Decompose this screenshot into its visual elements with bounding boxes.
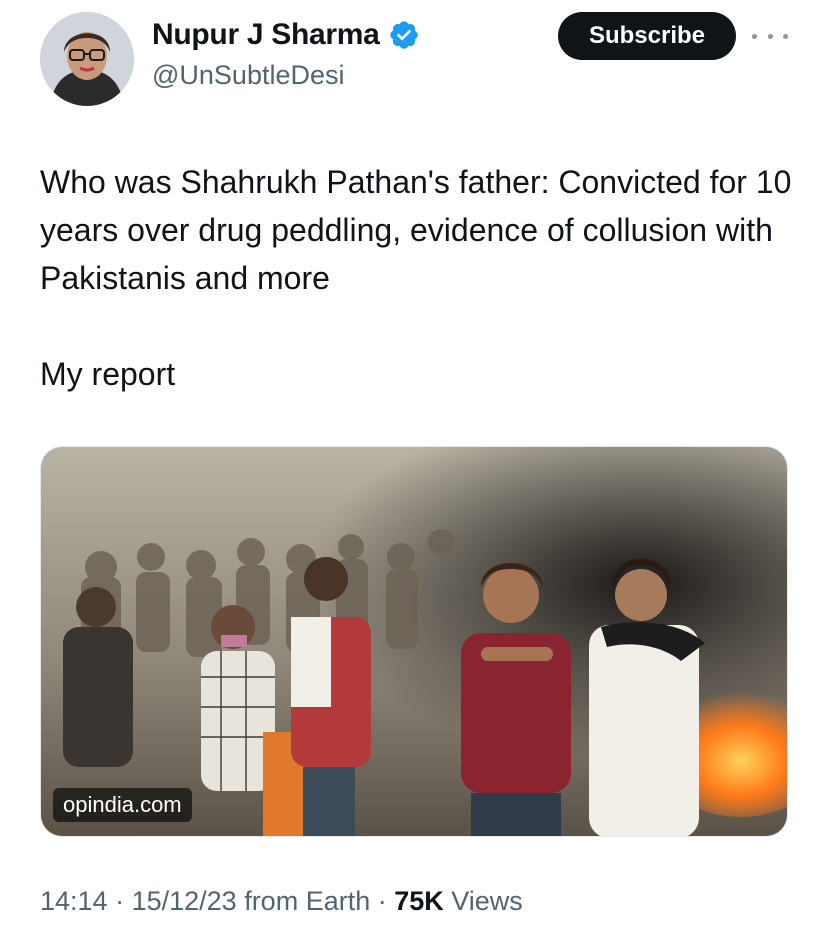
tweet-text: Who was Shahrukh Pathan's father: Convic…	[40, 158, 800, 398]
card-domain: opindia.com	[53, 788, 192, 822]
avatar[interactable]	[40, 12, 134, 106]
tweet-meta: 14:14 · 15/12/23 from Earth · 75K Views	[40, 886, 523, 917]
views-label: Views	[443, 886, 523, 916]
author-name[interactable]: Nupur J Sharma	[152, 18, 380, 52]
tweet-time[interactable]: 14:14	[40, 886, 108, 916]
card-image	[41, 447, 787, 836]
author-handle[interactable]: @UnSubtleDesi	[152, 60, 345, 91]
tweet-date[interactable]: 15/12/23	[132, 886, 237, 916]
tweet-source: from Earth	[236, 886, 371, 916]
verified-badge-icon	[389, 21, 418, 49]
tweet-body-2: My report	[40, 356, 176, 392]
tweet-body: Who was Shahrukh Pathan's father: Convic…	[40, 164, 792, 296]
meta-separator: ·	[370, 886, 395, 916]
avatar-image	[40, 12, 134, 106]
views-count: 75K	[394, 886, 444, 916]
link-card[interactable]: opindia.com	[40, 446, 788, 837]
subscribe-button[interactable]: Subscribe	[558, 12, 736, 60]
more-horizontal-icon[interactable]	[752, 22, 788, 50]
meta-separator: ·	[107, 886, 132, 916]
